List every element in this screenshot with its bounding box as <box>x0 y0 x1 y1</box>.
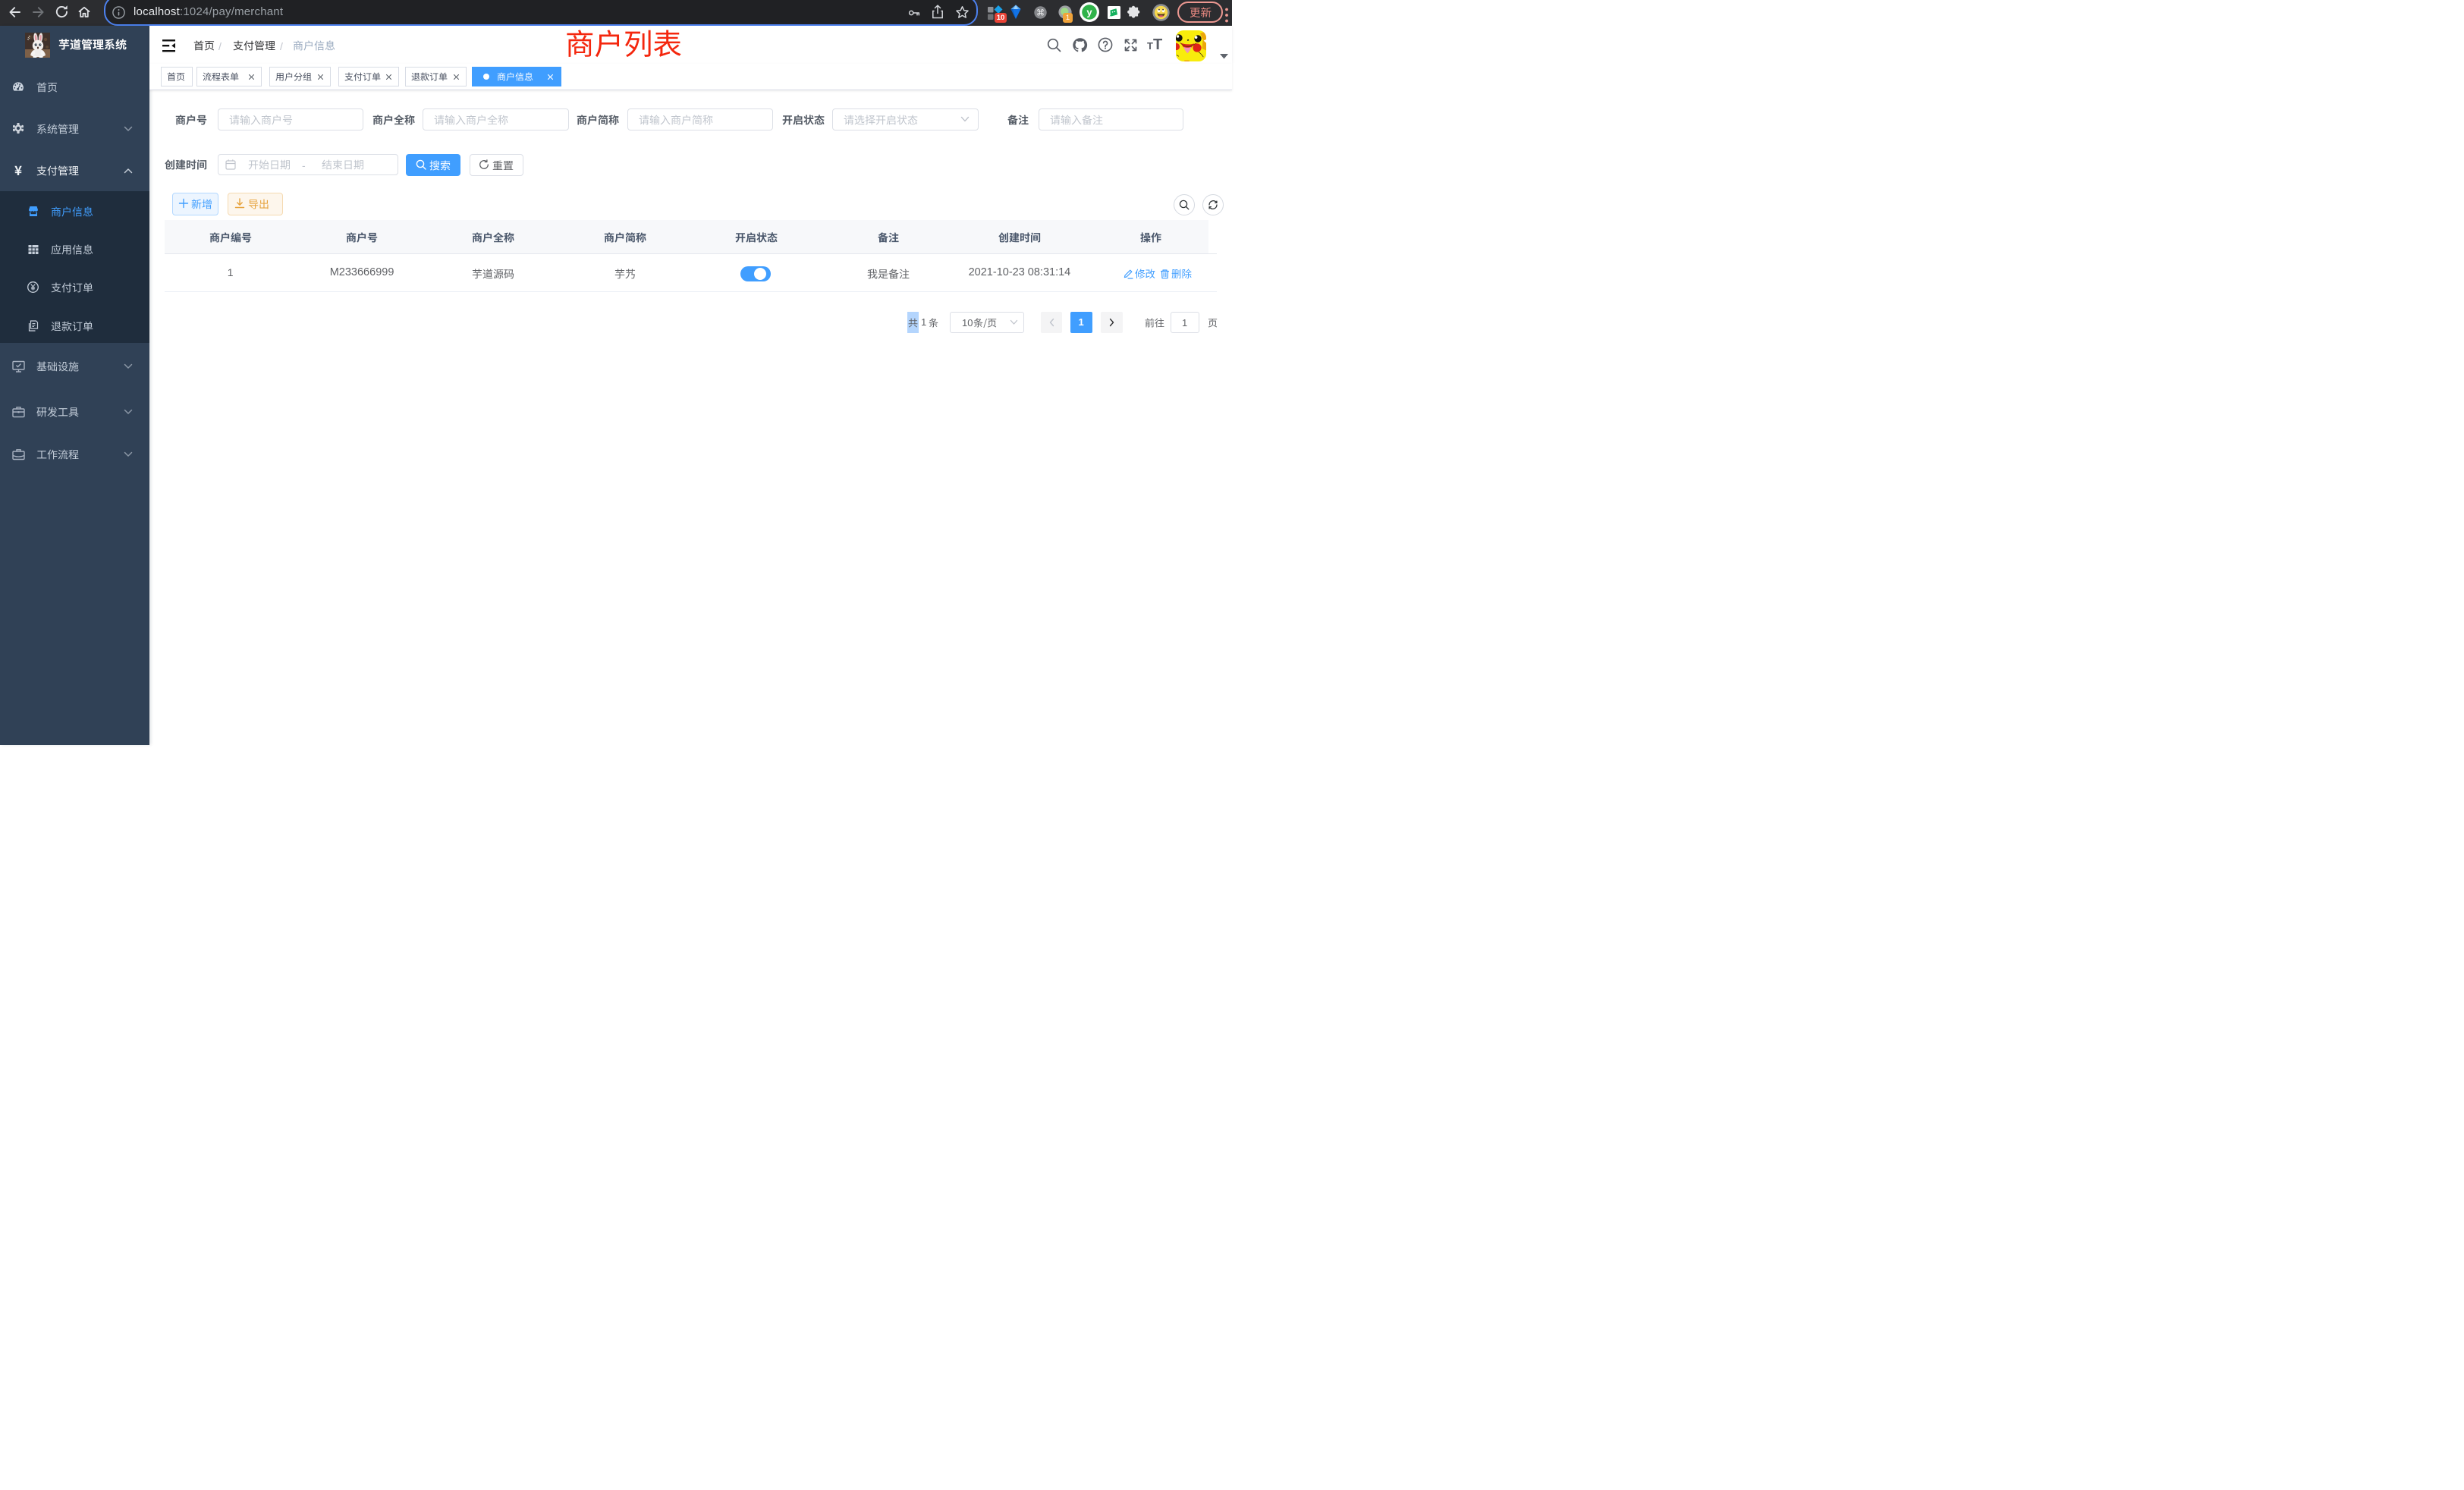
svg-text:⌘: ⌘ <box>1036 8 1045 17</box>
svg-text:y: y <box>1086 7 1092 18</box>
